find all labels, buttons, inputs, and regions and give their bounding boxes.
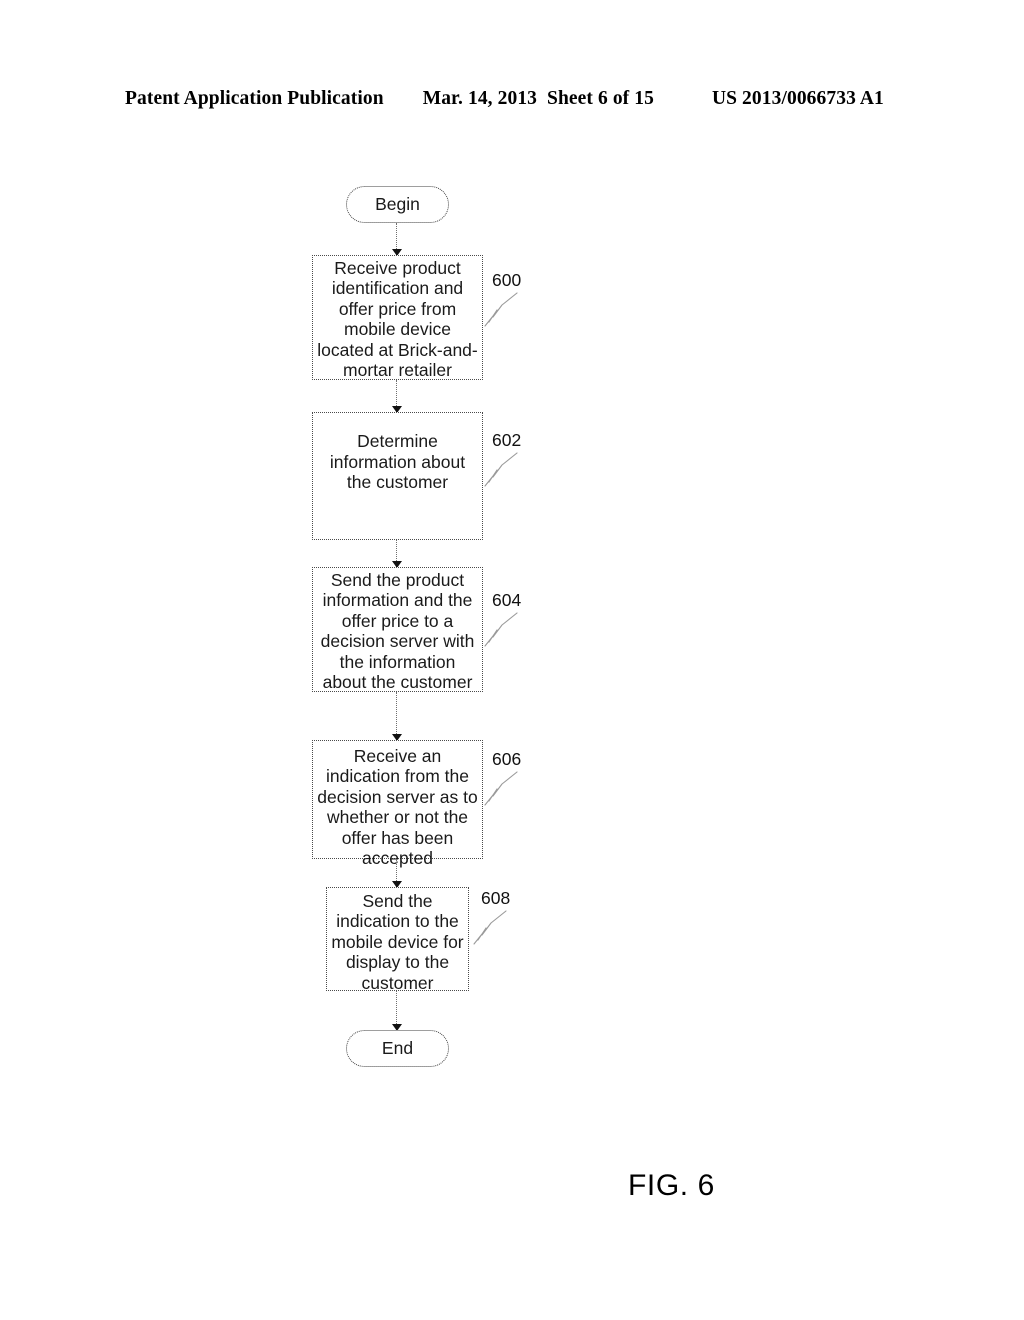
flow-node-end: End — [346, 1030, 449, 1067]
flow-node-606-label: Receive an indication from the decision … — [317, 746, 478, 869]
flow-node-600: Receive product identification and offer… — [312, 255, 483, 380]
flow-node-end-label: End — [381, 1038, 414, 1058]
flow-node-608-label: Send the indication to the mobile device… — [331, 891, 464, 993]
flow-node-604-label: Send the product information and the off… — [320, 570, 475, 693]
leader-line-602 — [484, 452, 526, 492]
ref-numeral-606: 606 — [492, 749, 522, 769]
leader-line-608 — [473, 910, 515, 950]
leader-line-604 — [484, 612, 526, 652]
ref-numeral-600: 600 — [492, 270, 522, 290]
flow-node-602-label: Determine information about the customer — [329, 431, 466, 493]
ref-numeral-608: 608 — [481, 888, 511, 908]
flow-node-606: Receive an indication from the decision … — [312, 740, 483, 868]
connector-600-to-602 — [392, 380, 402, 413]
connector-602-to-604 — [392, 540, 402, 568]
flow-node-begin: Begin — [346, 186, 449, 223]
connector-606-to-608 — [392, 859, 402, 888]
connector-begin-to-600 — [392, 223, 402, 256]
leader-line-600 — [484, 292, 526, 332]
leader-line-606 — [484, 771, 526, 811]
flow-node-602: Determine information about the customer — [312, 412, 483, 540]
connector-604-to-606 — [392, 692, 402, 741]
ref-numeral-604: 604 — [492, 590, 522, 610]
flow-node-608: Send the indication to the mobile device… — [326, 887, 469, 993]
flow-node-600-label: Receive product identification and offer… — [317, 258, 478, 381]
connector-608-to-end — [392, 991, 402, 1031]
ref-numeral-602: 602 — [492, 430, 522, 450]
flowchart-diagram: Begin Receive product identification and… — [0, 0, 1024, 1320]
figure-caption: FIG. 6 — [628, 1169, 715, 1202]
flow-node-begin-label: Begin — [375, 194, 420, 214]
connector-line — [396, 692, 397, 740]
flow-node-604: Send the product information and the off… — [312, 567, 483, 692]
